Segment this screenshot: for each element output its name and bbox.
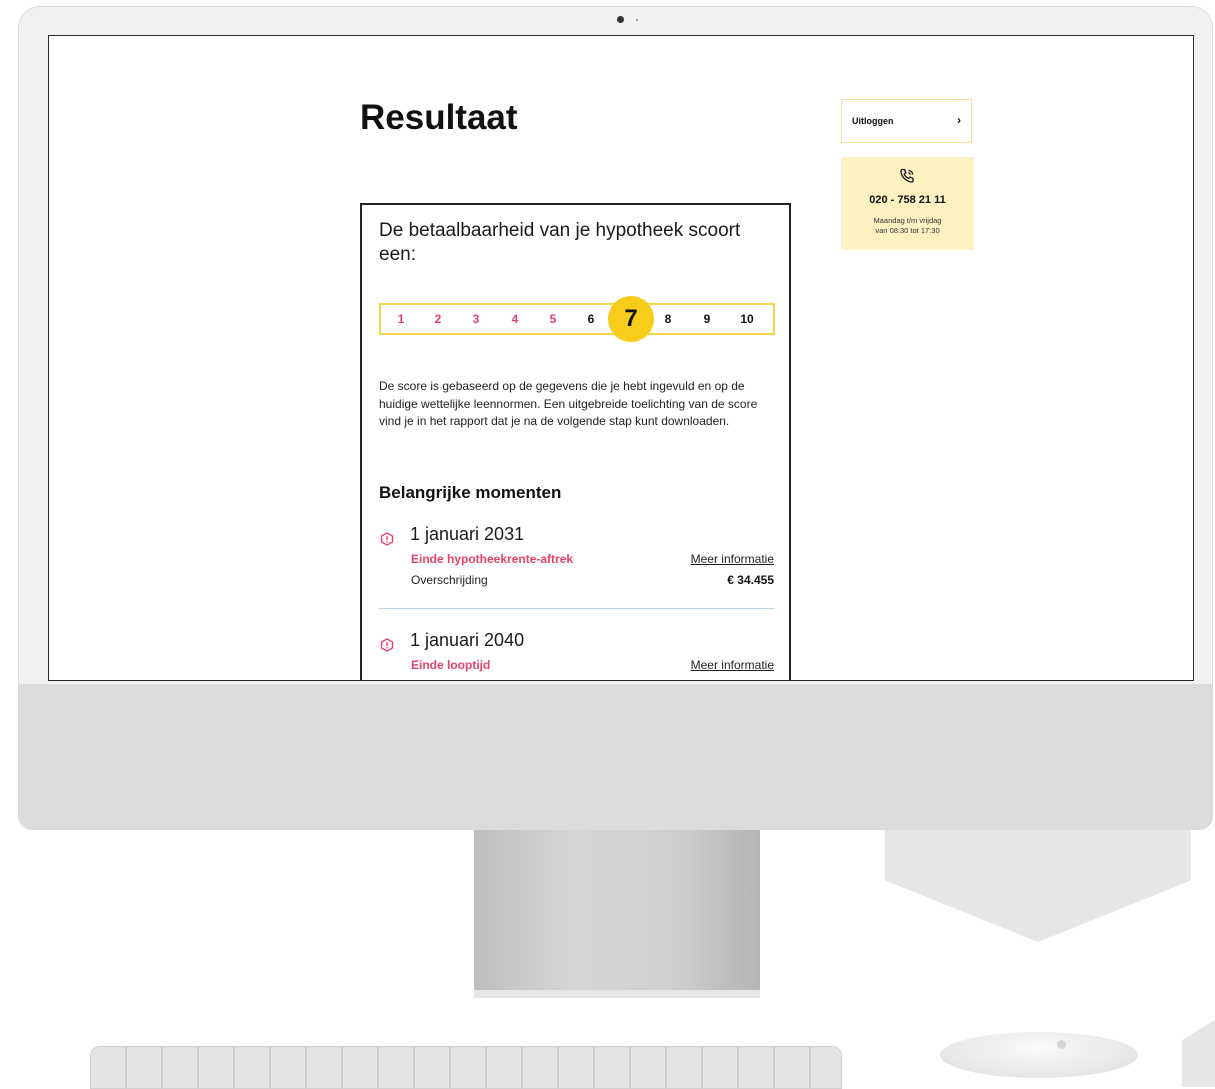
moment-label: Einde hypotheekrente-aftrek bbox=[411, 552, 574, 566]
monitor-stand-base bbox=[474, 990, 760, 998]
background-shape-2 bbox=[1182, 1020, 1215, 1087]
score-option-5[interactable]: 5 bbox=[543, 312, 563, 326]
result-card: De betaalbaarheid van je hypotheek scoor… bbox=[360, 203, 791, 680]
score-option-4[interactable]: 4 bbox=[505, 312, 525, 326]
moments-title: Belangrijke momenten bbox=[379, 483, 562, 502]
score-option-6[interactable]: 6 bbox=[581, 312, 601, 326]
score-option-3[interactable]: 3 bbox=[466, 312, 486, 326]
moment-value: € 34.455 bbox=[727, 573, 774, 587]
score-option-2[interactable]: 2 bbox=[428, 312, 448, 326]
score-scale: 1 2 3 4 5 6 7 8 9 10 bbox=[379, 296, 775, 342]
score-option-10[interactable]: 10 bbox=[737, 312, 757, 326]
alert-icon bbox=[380, 532, 394, 546]
score-option-1[interactable]: 1 bbox=[391, 312, 411, 326]
score-option-9[interactable]: 9 bbox=[697, 312, 717, 326]
score-description: De score is gebaseerd op de gegevens die… bbox=[379, 379, 758, 428]
score-option-8[interactable]: 8 bbox=[658, 312, 678, 326]
moment-key: Overschrijding bbox=[411, 573, 488, 587]
monitor-stand bbox=[474, 830, 760, 996]
contact-box: 020 - 758 21 11 Maandag t/m vrijdag van … bbox=[841, 157, 974, 250]
more-info-link[interactable]: Meer informatie bbox=[662, 658, 774, 672]
more-info-link[interactable]: Meer informatie bbox=[662, 552, 774, 566]
contact-hours: van 08:30 tot 17:30 bbox=[875, 226, 940, 235]
camera-indicator bbox=[636, 19, 638, 21]
contact-phone[interactable]: 020 - 758 21 11 bbox=[841, 194, 974, 206]
divider bbox=[379, 608, 775, 609]
moment-date: 1 januari 2040 bbox=[410, 630, 525, 650]
phone-icon bbox=[900, 168, 914, 183]
logout-button[interactable]: Uitloggen › bbox=[841, 99, 972, 143]
score-heading: De betaalbaarheid van je hypotheek scoor… bbox=[379, 220, 741, 265]
monitor-chin bbox=[18, 684, 1213, 830]
alert-icon bbox=[380, 638, 394, 652]
logout-label: Uitloggen bbox=[852, 116, 894, 126]
background-shape bbox=[885, 830, 1191, 942]
mouse-logo bbox=[1057, 1040, 1066, 1049]
keyboard bbox=[90, 1046, 842, 1089]
camera bbox=[617, 16, 624, 23]
contact-hours: Maandag t/m vrijdag bbox=[873, 216, 942, 225]
moment-label: Einde looptijd bbox=[411, 658, 491, 672]
mouse bbox=[940, 1032, 1138, 1078]
moment-date: 1 januari 2031 bbox=[410, 524, 525, 544]
screen: Resultaat De betaalbaarheid van je hypot… bbox=[48, 35, 1194, 681]
chevron-right-icon: › bbox=[957, 113, 961, 127]
score-selected[interactable]: 7 bbox=[608, 296, 654, 342]
page-title: Resultaat bbox=[360, 98, 518, 137]
